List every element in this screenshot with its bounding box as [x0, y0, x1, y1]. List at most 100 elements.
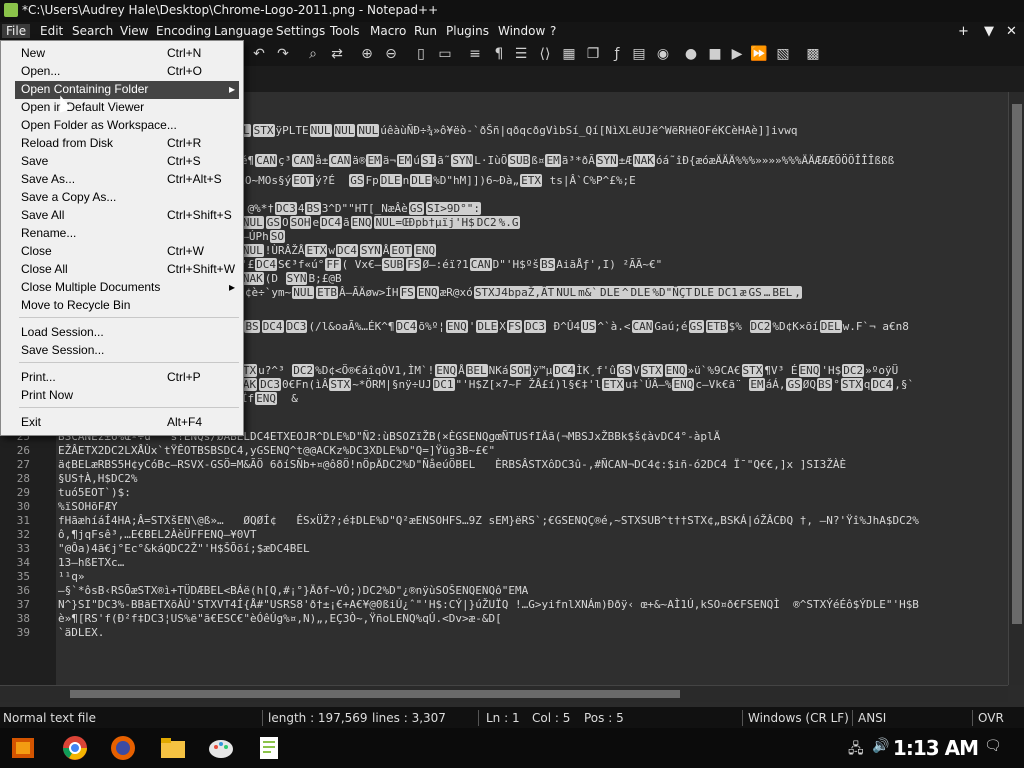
menu-item-save-copy-as[interactable]: Save a Copy As... — [19, 189, 239, 207]
new-tab-button[interactable]: + — [958, 24, 969, 39]
menu-item-load-session[interactable]: Load Session... — [19, 324, 239, 342]
code-line: "@Ôa)4ã€j°Ec°&káQDC2Ž"'H$ŠÕõí;$æDC4BEL — [58, 542, 310, 555]
menu-item-rename[interactable]: Rename... — [19, 225, 239, 243]
taskbar-firefox[interactable] — [106, 732, 140, 764]
eol-status[interactable]: Windows (CR LF) — [748, 711, 849, 725]
menu-language[interactable]: Language — [214, 24, 273, 38]
encoding-status[interactable]: ANSI — [858, 711, 886, 725]
vertical-scrollbar[interactable] — [1008, 92, 1024, 685]
taskbar-chrome[interactable] — [58, 732, 92, 764]
menu-item-open-containing-folder[interactable]: Open Containing Folder ▸ — [15, 81, 239, 99]
menu-item-new[interactable]: New Ctrl+N — [19, 45, 239, 63]
word-wrap-icon[interactable]: ≡ — [466, 45, 484, 63]
file-type-status: Normal text file — [3, 711, 97, 725]
tab-list-button[interactable]: ▼ — [984, 24, 994, 39]
menu-run[interactable]: Run — [414, 24, 437, 38]
menu-item-open-default-viewer[interactable]: Open in Default Viewer — [19, 99, 239, 117]
paint-icon — [209, 740, 233, 758]
scroll-thumb[interactable] — [70, 690, 680, 698]
zoom-out-icon[interactable]: ⊖ — [382, 45, 400, 63]
menu-item-open-folder-workspace[interactable]: Open Folder as Workspace... — [19, 117, 239, 135]
overwrite-mode-status[interactable]: OVR — [978, 711, 1004, 725]
notification-icon[interactable]: 🗨 — [984, 738, 1002, 754]
menu-tools[interactable]: Tools — [330, 24, 360, 38]
save-macro-icon[interactable]: ▧ — [774, 45, 792, 63]
xml-tag-icon[interactable]: ⟨⟩ — [536, 45, 554, 63]
start-button[interactable] — [6, 732, 40, 764]
menu-item-exit[interactable]: Exit Alt+F4 — [19, 414, 239, 432]
indent-guide-icon[interactable]: ☰ — [512, 45, 530, 63]
status-divider — [742, 710, 743, 726]
menu-item-save-all[interactable]: Save All Ctrl+Shift+S — [19, 207, 239, 225]
play-macro-icon[interactable]: ▶ — [728, 45, 746, 63]
function-list-icon[interactable]: ƒ — [608, 45, 626, 63]
menu-search[interactable]: Search — [72, 24, 113, 38]
menu-plugins[interactable]: Plugins — [446, 24, 489, 38]
window-titlebar: *C:\Users\Audrey Hale\Desktop\Chrome-Log… — [0, 0, 1024, 22]
taskbar-notepadpp[interactable] — [252, 732, 286, 764]
code-line: EŽÂETX2DC2LXÅÙx`tŸÊOTBSBSDC4,yGSENQ^t@@A… — [58, 444, 496, 457]
line-number: 38 — [16, 612, 30, 625]
show-all-chars-icon[interactable]: ¶ — [490, 45, 508, 63]
menu-macro[interactable]: Macro — [370, 24, 406, 38]
taskbar-file-explorer[interactable] — [156, 732, 190, 764]
column-status: Col : 5 — [532, 711, 571, 725]
menu-item-save-as[interactable]: Save As... Ctrl+Alt+S — [19, 171, 239, 189]
line-number: 37 — [16, 598, 30, 611]
menu-settings[interactable]: Settings — [276, 24, 325, 38]
menu-item-save-session[interactable]: Save Session... — [19, 342, 239, 360]
find-icon[interactable]: ⌕ — [304, 45, 322, 63]
scroll-thumb[interactable] — [1012, 104, 1022, 624]
replace-icon[interactable]: ⇄ — [328, 45, 346, 63]
code-line: %ïSOHõFÆY — [58, 500, 118, 513]
document-map-icon[interactable]: ▦ — [560, 45, 578, 63]
window-title: *C:\Users\Audrey Hale\Desktop\Chrome-Log… — [22, 3, 439, 17]
network-icon[interactable]: 🖧 — [848, 738, 864, 762]
line-number: 29 — [16, 486, 30, 499]
start-icon — [12, 738, 34, 758]
line-number: 34 — [16, 556, 30, 569]
run-macro-multiple-icon[interactable]: ⏩ — [750, 45, 768, 63]
menu-help[interactable]: ? — [550, 24, 556, 38]
menu-encoding[interactable]: Encoding — [156, 24, 211, 38]
unknown-plugin-icon[interactable]: ▩ — [804, 45, 822, 63]
undo-icon[interactable]: ↶ — [250, 45, 268, 63]
sync-horizontal-icon[interactable]: ▭ — [436, 45, 454, 63]
redo-icon[interactable]: ↷ — [274, 45, 292, 63]
line-number: 32 — [16, 528, 30, 541]
close-tab-button[interactable]: ✕ — [1006, 24, 1017, 39]
record-macro-icon[interactable]: ● — [682, 45, 700, 63]
taskbar-paint[interactable] — [204, 732, 238, 764]
code-line: §US†À,H$DC2% — [58, 472, 138, 485]
menu-item-close-all[interactable]: Close All Ctrl+Shift+W — [19, 261, 239, 279]
menu-item-save[interactable]: Save Ctrl+S — [19, 153, 239, 171]
code-line: tuó5EOT`)$: — [58, 486, 131, 499]
menu-item-print-now[interactable]: Print Now — [19, 387, 239, 405]
menu-separator — [19, 407, 239, 408]
menu-item-open[interactable]: Open... Ctrl+O — [19, 63, 239, 81]
code-line: –§`*ôsB‹RSÕæSTX®ì+TÜDÆBEL<BÁë(h[Q,#¡°}Äð… — [58, 584, 529, 597]
taskbar-clock[interactable]: 1:13 AM — [893, 736, 979, 760]
menu-item-close-multiple[interactable]: Close Multiple Documents ▸ — [19, 279, 239, 297]
menu-file[interactable]: File — [2, 24, 31, 38]
menu-item-reload[interactable]: Reload from Disk Ctrl+R — [19, 135, 239, 153]
line-number: 39 — [16, 626, 30, 639]
document-list-icon[interactable]: ❐ — [584, 45, 602, 63]
stop-macro-icon[interactable]: ■ — [706, 45, 724, 63]
folder-workspace-icon[interactable]: ▤ — [630, 45, 648, 63]
menu-item-print[interactable]: Print... Ctrl+P — [19, 369, 239, 387]
menu-edit[interactable]: Edit — [40, 24, 63, 38]
menu-view[interactable]: View — [120, 24, 148, 38]
monitoring-icon[interactable]: ◉ — [654, 45, 672, 63]
firefox-icon — [111, 736, 135, 760]
horizontal-scrollbar[interactable] — [0, 685, 1008, 702]
notepadpp-icon — [4, 3, 18, 17]
volume-icon[interactable]: 🔊 — [872, 738, 889, 754]
submenu-arrow-icon: ▸ — [228, 280, 235, 294]
sync-vertical-icon[interactable]: ▯ — [412, 45, 430, 63]
menu-window[interactable]: Window — [498, 24, 545, 38]
zoom-in-icon[interactable]: ⊕ — [358, 45, 376, 63]
menu-item-recycle-bin[interactable]: Move to Recycle Bin — [19, 297, 239, 315]
menu-item-close[interactable]: Close Ctrl+W — [19, 243, 239, 261]
code-line: ä¢BELæRBS5H¢yCóBc–RSVX-GSÖ=M&ÃÖ 6ðíSÑb+¤… — [58, 458, 847, 471]
